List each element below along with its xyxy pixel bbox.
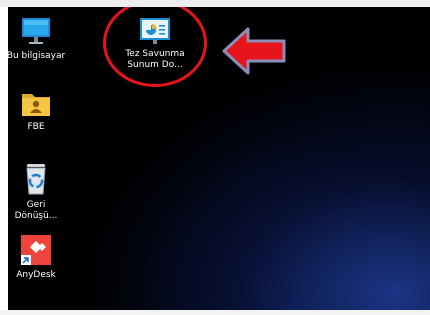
desktop-icon-recycle-bin[interactable]: Geri Dönüşü... [8, 161, 69, 222]
bottom-strip [0, 310, 430, 315]
desktop-icon-label: Bu bilgisayar [8, 51, 66, 61]
desktop[interactable]: Bu bilgisayar FBE Geri Dönüşü... AnyDesk… [8, 7, 430, 310]
desktop-icon-label: Geri Dönüşü... [14, 200, 58, 221]
monitor-icon [22, 18, 50, 44]
top-strip [0, 0, 430, 7]
pointer-arrow-icon [222, 27, 286, 75]
recycle-bin-icon [26, 164, 46, 195]
desktop-icon-anydesk[interactable]: AnyDesk [8, 233, 69, 281]
anydesk-icon [21, 235, 51, 265]
user-folder-icon [22, 94, 50, 116]
desktop-icon-this-pc[interactable]: Bu bilgisayar [8, 14, 69, 62]
desktop-icon-label: FBE [27, 122, 45, 132]
screen: Bu bilgisayar FBE Geri Dönüşü... AnyDesk… [0, 0, 430, 315]
desktop-icon-label: AnyDesk [16, 270, 56, 280]
desktop-icon-fbe-folder[interactable]: FBE [8, 89, 69, 133]
highlight-circle [103, 7, 207, 87]
